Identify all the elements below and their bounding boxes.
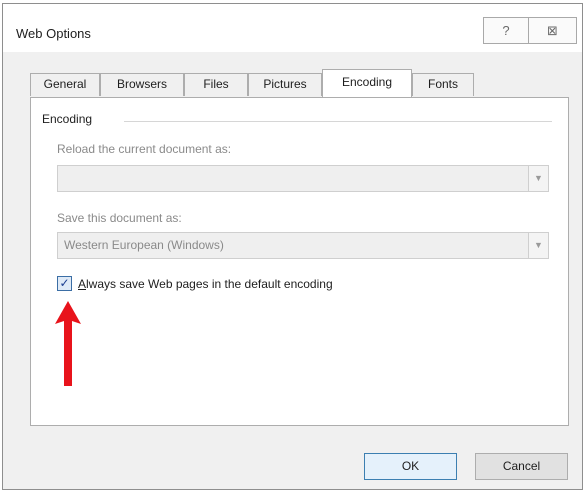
tab-fonts[interactable]: Fonts — [412, 73, 474, 96]
always-save-default-encoding-label[interactable]: Always save Web pages in the default enc… — [78, 277, 333, 291]
chevron-down-icon[interactable]: ▼ — [528, 166, 548, 191]
ok-button[interactable]: OK — [364, 453, 457, 480]
mnemonic-letter: A — [78, 277, 87, 291]
save-document-label: Save this document as: — [57, 211, 182, 225]
title-bar: Web Options ? ⊠ — [3, 4, 582, 52]
save-encoding-select[interactable]: Western European (Windows) ▼ — [57, 232, 549, 259]
reload-encoding-select[interactable]: ▼ — [57, 165, 549, 192]
checkbox-label-text: lways save Web pages in the default enco… — [86, 277, 333, 291]
encoding-panel: Encoding Reload the current document as:… — [30, 97, 569, 426]
red-arrow-annotation — [55, 301, 81, 386]
checkmark-icon: ✓ — [59, 276, 70, 290]
save-encoding-value: Western European (Windows) — [64, 238, 224, 252]
close-button[interactable]: ⊠ — [529, 17, 577, 44]
group-divider — [124, 121, 552, 122]
cancel-button[interactable]: Cancel — [475, 453, 568, 480]
reload-document-label: Reload the current document as: — [57, 142, 232, 156]
tab-pictures[interactable]: Pictures — [248, 73, 322, 96]
help-button[interactable]: ? — [483, 17, 529, 44]
tab-encoding[interactable]: Encoding — [322, 69, 412, 97]
tab-files[interactable]: Files — [184, 73, 248, 96]
dialog-title: Web Options — [16, 26, 91, 41]
always-save-default-encoding-checkbox[interactable]: ✓ — [57, 276, 72, 291]
tab-browsers[interactable]: Browsers — [100, 73, 184, 96]
web-options-dialog: Web Options ? ⊠ General Browsers Files P… — [2, 3, 583, 490]
tab-general[interactable]: General — [30, 73, 100, 96]
help-icon: ? — [502, 23, 510, 38]
arrow-head — [55, 301, 81, 386]
chevron-down-icon[interactable]: ▼ — [528, 233, 548, 258]
close-icon: ⊠ — [547, 23, 558, 38]
encoding-group-label: Encoding — [42, 112, 93, 126]
